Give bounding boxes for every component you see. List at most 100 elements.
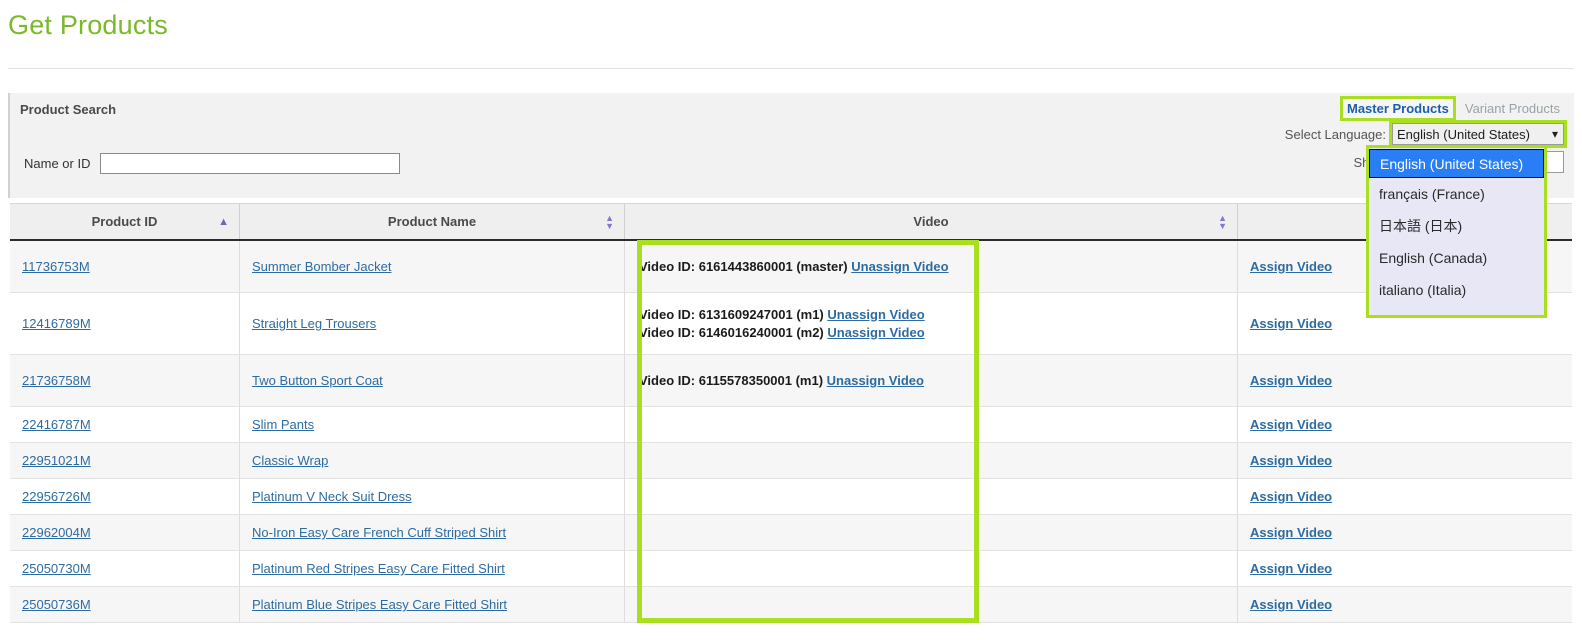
- cell-product-name: Two Button Sport Coat: [240, 355, 625, 406]
- cell-product-name: Slim Pants: [240, 407, 625, 442]
- column-header-product-id[interactable]: Product ID ▲: [10, 204, 240, 239]
- assign-video-link[interactable]: Assign Video: [1250, 597, 1332, 612]
- video-entry: Video ID: 6131609247001 (m1) Unassign Vi…: [639, 306, 925, 324]
- cell-video: [625, 479, 1238, 514]
- product-name-link[interactable]: Classic Wrap: [252, 453, 328, 468]
- table-row: 21736758M Two Button Sport Coat Video ID: …: [10, 355, 1572, 407]
- cell-video: [625, 515, 1238, 550]
- table-row: 25050736M Platinum Blue Stripes Easy Care…: [10, 587, 1572, 623]
- column-header-product-name-label: Product Name: [388, 214, 476, 229]
- product-name-link[interactable]: Platinum Blue Stripes Easy Care Fitted S…: [252, 597, 507, 612]
- language-option-en-us[interactable]: English (United States): [1369, 149, 1544, 178]
- select-language-row: Select Language: English (United States)…: [1285, 123, 1564, 145]
- tab-master-products[interactable]: Master Products: [1343, 99, 1453, 118]
- assign-video-link[interactable]: Assign Video: [1250, 259, 1332, 274]
- language-option-fr-fr[interactable]: français (France): [1369, 178, 1544, 210]
- product-type-tabs: Master Products Variant Products: [1343, 99, 1564, 118]
- cell-product-id: 22951021M: [10, 443, 240, 478]
- cell-product-name: Platinum V Neck Suit Dress: [240, 479, 625, 514]
- cell-product-id: 12416789M: [10, 293, 240, 354]
- video-id-text: Video ID: 6161443860001 (master): [639, 259, 851, 274]
- cell-product-id: 22416787M: [10, 407, 240, 442]
- cell-product-name: Summer Bomber Jacket: [240, 241, 625, 292]
- product-name-link[interactable]: Straight Leg Trousers: [252, 316, 376, 331]
- assign-video-link[interactable]: Assign Video: [1250, 453, 1332, 468]
- unassign-video-link[interactable]: Unassign Video: [827, 325, 924, 340]
- video-id-text: Video ID: 6115578350001 (m1): [639, 373, 827, 388]
- cell-video: Video ID: 6115578350001 (m1) Unassign Vi…: [625, 355, 1238, 406]
- product-id-link[interactable]: 12416789M: [22, 316, 91, 331]
- product-name-link[interactable]: Platinum Red Stripes Easy Care Fitted Sh…: [252, 561, 505, 576]
- unassign-video-link[interactable]: Unassign Video: [827, 373, 924, 388]
- assign-video-link[interactable]: Assign Video: [1250, 373, 1332, 388]
- video-entry: Video ID: 6115578350001 (m1) Unassign Vi…: [639, 372, 924, 390]
- column-header-product-name[interactable]: Product Name ▲▼: [240, 204, 625, 239]
- table-body: 11736753M Summer Bomber Jacket Video ID: 6…: [10, 241, 1572, 623]
- language-select[interactable]: English (United States) ▾: [1392, 123, 1564, 145]
- cell-video: [625, 407, 1238, 442]
- name-or-id-field-group: Name or ID: [24, 153, 400, 174]
- sort-ascending-icon: ▲: [218, 218, 229, 226]
- cell-product-id: 21736758M: [10, 355, 240, 406]
- product-id-link[interactable]: 22416787M: [22, 417, 91, 432]
- table-row: 25050730M Platinum Red Stripes Easy Care …: [10, 551, 1572, 587]
- product-id-link[interactable]: 22951021M: [22, 453, 91, 468]
- cell-actions: Assign Video: [1238, 479, 1572, 514]
- cell-actions: Assign Video: [1238, 443, 1572, 478]
- cell-actions: Assign Video: [1238, 551, 1572, 586]
- sort-none-icon: ▲▼: [1218, 214, 1227, 230]
- language-option-it-it[interactable]: italiano (Italia): [1369, 274, 1544, 306]
- cell-video: [625, 551, 1238, 586]
- cell-video: [625, 587, 1238, 622]
- language-option-ja-jp[interactable]: 日本語 (日本): [1369, 210, 1544, 242]
- cell-product-id: 22962004M: [10, 515, 240, 550]
- product-id-link[interactable]: 22962004M: [22, 525, 91, 540]
- product-name-link[interactable]: Slim Pants: [252, 417, 314, 432]
- language-select-value: English (United States): [1397, 127, 1530, 142]
- language-dropdown-list[interactable]: English (United States) français (France…: [1369, 148, 1544, 315]
- name-or-id-label: Name or ID: [24, 156, 90, 171]
- video-id-text: Video ID: 6131609247001 (m1): [639, 307, 827, 322]
- product-id-link[interactable]: 11736753M: [22, 259, 90, 274]
- product-name-link[interactable]: Platinum V Neck Suit Dress: [252, 489, 412, 504]
- language-option-en-ca[interactable]: English (Canada): [1369, 242, 1544, 274]
- table-header-row: Product ID ▲ Product Name ▲▼ Video ▲▼: [10, 203, 1572, 241]
- video-list: Video ID: 6131609247001 (m1) Unassign Vi…: [639, 306, 925, 342]
- table-row: 22416787M Slim Pants Assign Video: [10, 407, 1572, 443]
- video-list: Video ID: 6161443860001 (master) Unassig…: [639, 258, 949, 276]
- column-header-video[interactable]: Video ▲▼: [625, 204, 1238, 239]
- column-header-video-label: Video: [913, 214, 948, 229]
- unassign-video-link[interactable]: Unassign Video: [851, 259, 948, 274]
- product-name-link[interactable]: Summer Bomber Jacket: [252, 259, 391, 274]
- product-id-link[interactable]: 21736758M: [22, 373, 91, 388]
- sort-none-icon: ▲▼: [605, 214, 614, 230]
- video-list: Video ID: 6115578350001 (m1) Unassign Vi…: [639, 372, 924, 390]
- product-name-link[interactable]: No-Iron Easy Care French Cuff Striped Sh…: [252, 525, 506, 540]
- products-table: Product ID ▲ Product Name ▲▼ Video ▲▼ 11…: [10, 203, 1572, 623]
- assign-video-link[interactable]: Assign Video: [1250, 417, 1332, 432]
- assign-video-link[interactable]: Assign Video: [1250, 489, 1332, 504]
- assign-video-link[interactable]: Assign Video: [1250, 316, 1332, 331]
- cell-actions: Assign Video: [1238, 587, 1572, 622]
- product-search-panel: Product Search Master Products Variant P…: [8, 93, 1574, 198]
- page-title: Get Products: [8, 8, 168, 42]
- tab-variant-products[interactable]: Variant Products: [1461, 99, 1564, 118]
- name-or-id-input[interactable]: [100, 153, 400, 174]
- product-id-link[interactable]: 25050736M: [22, 597, 91, 612]
- panel-title: Product Search: [20, 102, 116, 117]
- cell-actions: Assign Video: [1238, 407, 1572, 442]
- table-row: 11736753M Summer Bomber Jacket Video ID: 6…: [10, 241, 1572, 293]
- product-id-link[interactable]: 22956726M: [22, 489, 91, 504]
- cell-video: Video ID: 6131609247001 (m1) Unassign Vi…: [625, 293, 1238, 354]
- video-id-text: Video ID: 6146016240001 (m2): [639, 325, 827, 340]
- product-id-link[interactable]: 25050730M: [22, 561, 91, 576]
- table-row: 22962004M No-Iron Easy Care French Cuff S…: [10, 515, 1572, 551]
- title-divider: [8, 68, 1574, 69]
- assign-video-link[interactable]: Assign Video: [1250, 525, 1332, 540]
- unassign-video-link[interactable]: Unassign Video: [827, 307, 924, 322]
- product-name-link[interactable]: Two Button Sport Coat: [252, 373, 383, 388]
- assign-video-link[interactable]: Assign Video: [1250, 561, 1332, 576]
- cell-product-name: Straight Leg Trousers: [240, 293, 625, 354]
- video-entry: Video ID: 6146016240001 (m2) Unassign Vi…: [639, 324, 925, 342]
- cell-actions: Assign Video: [1238, 515, 1572, 550]
